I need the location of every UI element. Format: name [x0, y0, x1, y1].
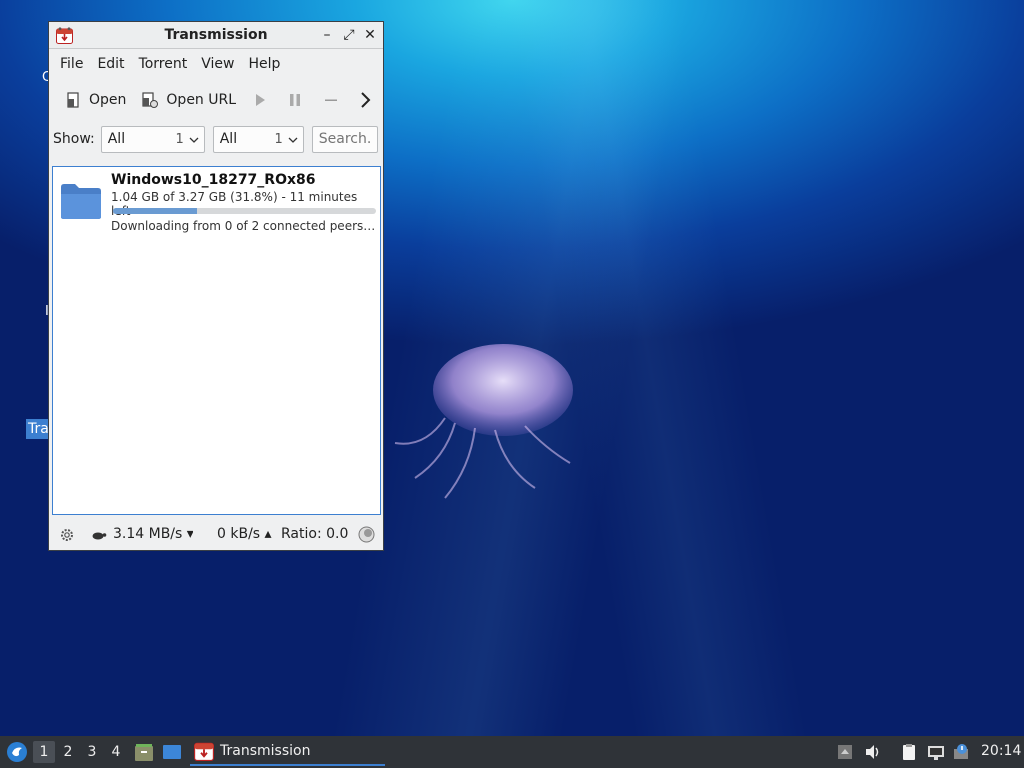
volume-icon[interactable] [864, 743, 882, 761]
workspace-2[interactable]: 2 [57, 741, 79, 763]
task-label: Transmission [220, 743, 311, 759]
pause-icon[interactable] [287, 92, 303, 108]
download-speed: 3.14 MB/s ▾ [113, 526, 193, 542]
torrent-status: Downloading from 0 of 2 connected peers … [111, 219, 379, 233]
clock[interactable]: 20:14 [981, 743, 1021, 759]
network-icon[interactable] [927, 743, 945, 761]
search-input[interactable] [311, 125, 378, 153]
folder-icon [61, 184, 101, 219]
open-file-icon [67, 92, 79, 108]
update-notifier-icon[interactable] [953, 743, 971, 761]
open-button-label: Open [89, 92, 127, 108]
title-bar[interactable]: Transmission – ⤢ ✕ [49, 22, 383, 49]
tracker-filter-count: 1 [274, 131, 283, 147]
taskbar: 1 2 3 4 Transmission 20:14 [0, 736, 1024, 768]
gear-icon[interactable] [59, 527, 75, 543]
maximize-button[interactable]: ⤢ [340, 26, 358, 44]
open-url-button-label: Open URL [166, 92, 237, 108]
chevron-right-icon[interactable] [357, 90, 375, 110]
file-manager-icon[interactable] [134, 742, 154, 762]
transmission-app-icon [56, 27, 73, 44]
tracker-filter-select[interactable]: All 1 [212, 125, 304, 153]
transmission-window: Transmission – ⤢ ✕ File Edit Torrent Vie… [48, 21, 384, 551]
clipboard-icon[interactable] [900, 743, 918, 761]
tracker-filter-value: All [219, 131, 238, 147]
minimize-button[interactable]: – [318, 26, 336, 44]
workspace-4[interactable]: 4 [105, 741, 127, 763]
torrent-progress-fill [113, 208, 197, 214]
torrent-list[interactable]: Windows10_18277_ROx86 1.04 GB of 3.27 GB… [52, 166, 381, 515]
workspace-3[interactable]: 3 [81, 741, 103, 763]
remove-icon[interactable] [323, 92, 339, 108]
torrent-progress-bar [113, 208, 376, 214]
upload-speed: 0 kB/s ▴ [217, 526, 272, 542]
transmission-app-icon [194, 742, 214, 761]
desktop-icon-label[interactable]: Tra [26, 419, 50, 439]
menu-bar: File Edit Torrent View Help [49, 49, 383, 79]
chevron-down-icon [189, 137, 199, 143]
menu-edit[interactable]: Edit [90, 56, 131, 72]
filter-bar: Show: All 1 All 1 [49, 121, 383, 157]
close-button[interactable]: ✕ [361, 26, 379, 44]
toolbar: Open Open URL [49, 79, 383, 121]
activity-filter-select[interactable]: All 1 [100, 125, 205, 153]
network-status-icon [358, 526, 375, 543]
menu-view[interactable]: View [194, 56, 241, 72]
tray-expand-icon[interactable] [836, 743, 854, 761]
status-bar: 3.14 MB/s ▾ 0 kB/s ▴ Ratio: 0.0 [49, 520, 383, 550]
open-button[interactable]: Open [65, 92, 126, 108]
menu-torrent[interactable]: Torrent [132, 56, 195, 72]
torrent-name: Windows10_18277_ROx86 [111, 172, 316, 188]
show-label: Show: [53, 131, 95, 147]
ratio-label[interactable]: Ratio: 0.0 [281, 526, 348, 542]
start-icon[interactable] [252, 92, 268, 108]
start-menu-icon[interactable] [6, 741, 28, 763]
activity-filter-count: 1 [175, 131, 184, 147]
taskbar-transmission-task[interactable]: Transmission [190, 738, 385, 766]
open-url-button[interactable]: Open URL [142, 92, 236, 108]
menu-help[interactable]: Help [241, 56, 287, 72]
menu-file[interactable]: File [53, 56, 90, 72]
torrent-row[interactable]: Windows10_18277_ROx86 1.04 GB of 3.27 GB… [53, 167, 380, 239]
jellyfish-wallpaper-art [394, 344, 573, 499]
workspace-1[interactable]: 1 [33, 741, 55, 763]
activity-filter-value: All [107, 131, 126, 147]
open-url-icon [142, 92, 159, 108]
chevron-down-icon [288, 137, 298, 143]
turtle-icon[interactable] [91, 528, 107, 542]
show-desktop-icon[interactable] [162, 742, 182, 762]
